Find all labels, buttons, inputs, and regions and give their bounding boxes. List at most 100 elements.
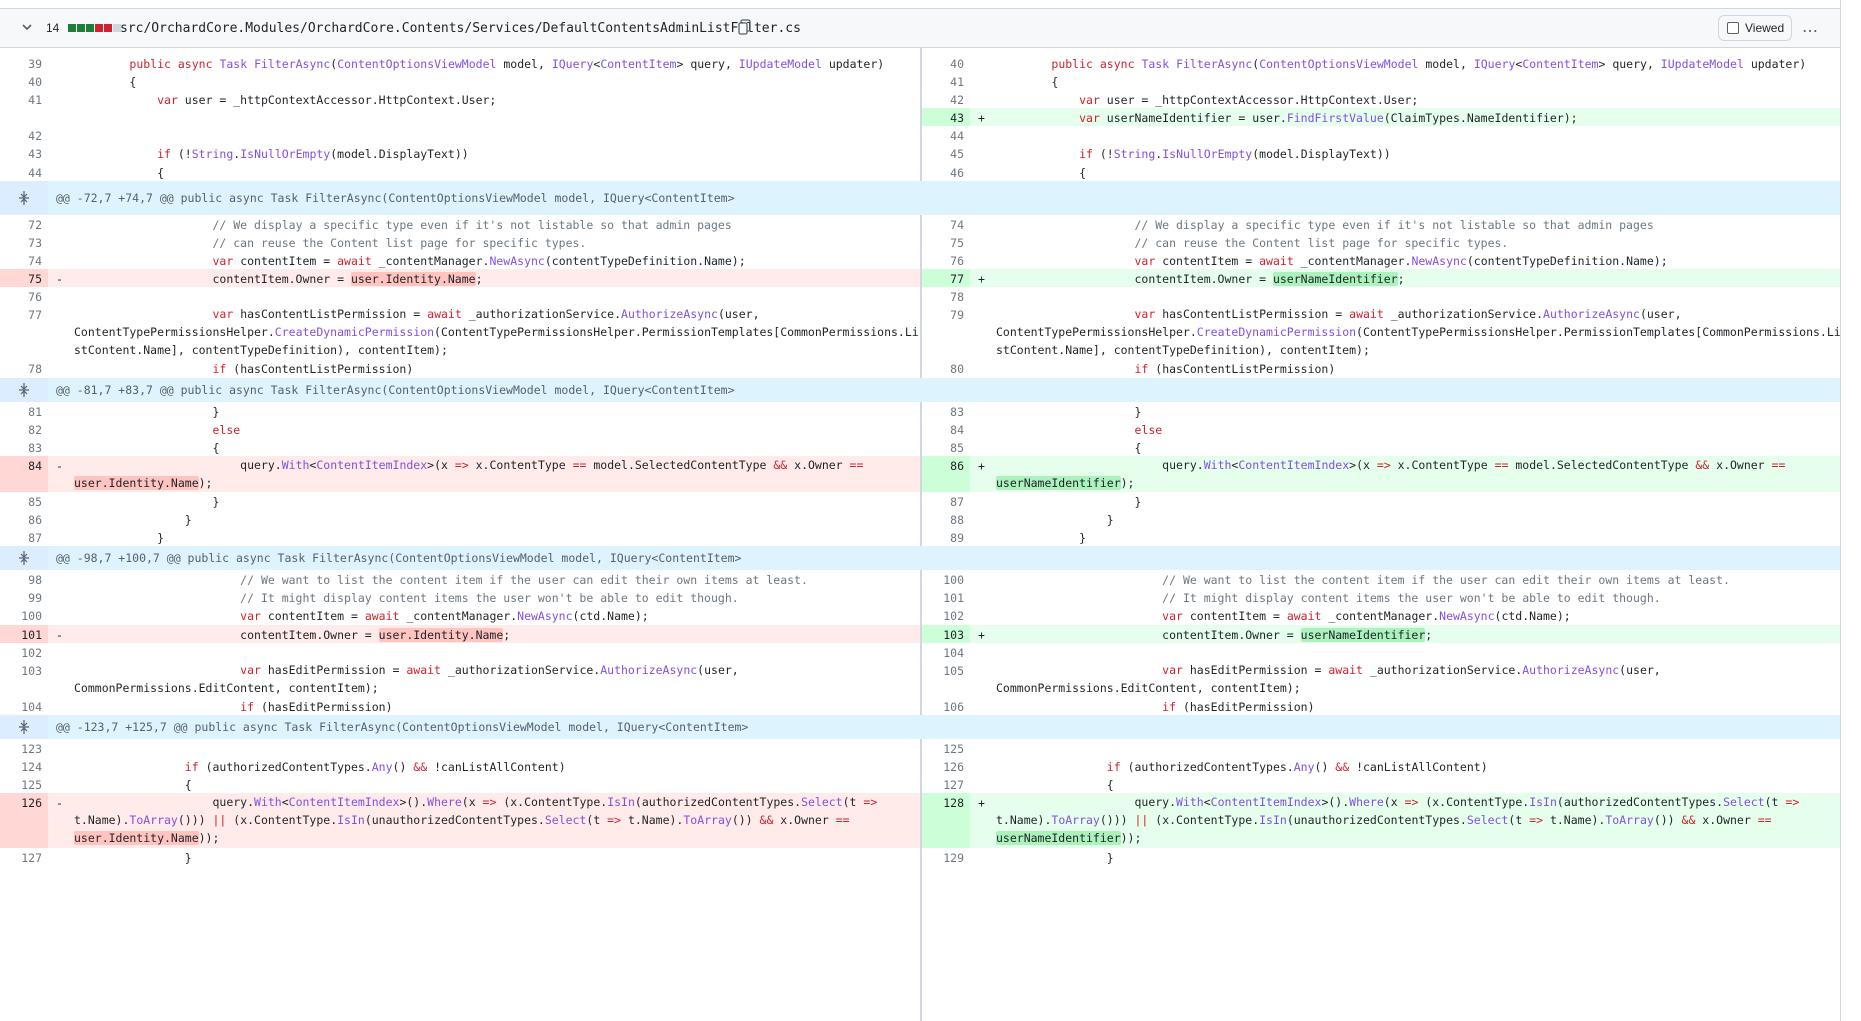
line-number[interactable]: 77 bbox=[922, 268, 970, 288]
line-number[interactable]: 39 bbox=[0, 54, 48, 72]
line-number[interactable]: 87 bbox=[922, 492, 970, 510]
line-number[interactable]: 126 bbox=[0, 793, 48, 848]
line-number[interactable]: 42 bbox=[0, 126, 48, 144]
old-side: 104 if (hasEditPermission) bbox=[0, 697, 920, 715]
line-number[interactable]: 75 bbox=[0, 268, 48, 288]
new-side: 87 } bbox=[922, 492, 1840, 510]
line-number[interactable]: 123 bbox=[0, 739, 48, 757]
copy-icon[interactable] bbox=[738, 19, 752, 35]
line-number[interactable]: 106 bbox=[922, 697, 970, 715]
old-side: 103 var hasEditPermission = await _autho… bbox=[0, 661, 920, 697]
old-side: 84- query.With<ContentItemIndex>(x => x.… bbox=[0, 455, 920, 492]
viewed-toggle[interactable]: Viewed bbox=[1718, 15, 1792, 41]
line-number[interactable]: 83 bbox=[0, 438, 48, 456]
code-line: } bbox=[74, 494, 220, 509]
diff-row: 125 {127 { bbox=[0, 775, 1840, 793]
line-number[interactable]: 129 bbox=[922, 848, 970, 866]
line-number[interactable]: 127 bbox=[922, 775, 970, 793]
old-side: 86 } bbox=[0, 510, 920, 528]
line-number[interactable]: 124 bbox=[0, 757, 48, 775]
line-number[interactable]: 101 bbox=[0, 624, 48, 643]
new-side: 83 } bbox=[922, 402, 1840, 420]
code-line: if (hasContentListPermission) bbox=[212, 362, 414, 377]
line-number[interactable] bbox=[0, 108, 48, 126]
line-number[interactable]: 40 bbox=[0, 72, 48, 90]
line-number[interactable]: 126 bbox=[922, 757, 970, 775]
line-number[interactable]: 45 bbox=[922, 144, 970, 162]
line-number[interactable]: 104 bbox=[922, 643, 970, 661]
line-number[interactable]: 40 bbox=[922, 54, 970, 72]
viewed-checkbox[interactable] bbox=[1727, 22, 1739, 34]
line-number[interactable]: 78 bbox=[922, 287, 970, 305]
line-number[interactable]: 128 bbox=[922, 793, 970, 848]
line-number[interactable]: 105 bbox=[922, 661, 970, 697]
line-number[interactable]: 77 bbox=[0, 305, 48, 359]
line-number[interactable]: 98 bbox=[0, 570, 48, 588]
line-number[interactable]: 79 bbox=[922, 305, 970, 359]
changes-count: 14 bbox=[46, 21, 60, 35]
line-number[interactable]: 43 bbox=[0, 144, 48, 162]
line-number[interactable]: 100 bbox=[0, 606, 48, 624]
new-side: 103 + contentItem.Owner = userNameIdentif… bbox=[922, 624, 1840, 643]
line-number[interactable]: 86 bbox=[0, 510, 48, 528]
diff-row: 100 var contentItem = await _contentMana… bbox=[0, 606, 1840, 624]
more-options-icon[interactable]: … bbox=[1802, 19, 1818, 35]
line-number[interactable]: 125 bbox=[922, 739, 970, 757]
line-number[interactable]: 89 bbox=[922, 528, 970, 546]
diff-row: 72 // We display a specific type even if… bbox=[0, 215, 1840, 233]
chevron-down-icon[interactable] bbox=[20, 20, 34, 34]
code-line: + contentItem.Owner = userNameIdentifier… bbox=[978, 627, 1433, 642]
line-number[interactable]: 86 bbox=[922, 455, 970, 492]
line-number[interactable]: 102 bbox=[0, 643, 48, 661]
line-number[interactable]: 88 bbox=[922, 510, 970, 528]
code-line: var hasContentListPermission = await _au… bbox=[74, 307, 919, 358]
line-number[interactable]: 127 bbox=[0, 848, 48, 866]
code-line: } bbox=[996, 404, 1142, 419]
line-number[interactable]: 87 bbox=[0, 528, 48, 546]
line-number[interactable]: 74 bbox=[0, 251, 48, 269]
line-number[interactable]: 76 bbox=[0, 287, 48, 305]
line-number[interactable]: 80 bbox=[922, 359, 970, 377]
line-number[interactable]: 84 bbox=[0, 455, 48, 492]
line-number[interactable]: 74 bbox=[922, 215, 970, 233]
line-number[interactable]: 81 bbox=[0, 402, 48, 420]
line-number[interactable]: 41 bbox=[0, 90, 48, 108]
line-number[interactable]: 85 bbox=[0, 492, 48, 510]
line-number[interactable]: 101 bbox=[922, 588, 970, 606]
code-line: // can reuse the Content list page for s… bbox=[1134, 235, 1509, 250]
line-number[interactable]: 72 bbox=[0, 215, 48, 233]
line-number[interactable]: 42 bbox=[922, 90, 970, 108]
code-line: // We display a specific type even if it… bbox=[1134, 217, 1654, 232]
line-number[interactable]: 76 bbox=[922, 251, 970, 269]
hunk-header: @@ -81,7 +83,7 @@ public async Task Filt… bbox=[0, 377, 1840, 402]
line-number[interactable]: 99 bbox=[0, 588, 48, 606]
line-number[interactable]: 41 bbox=[922, 72, 970, 90]
line-number[interactable]: 100 bbox=[922, 570, 970, 588]
file-path[interactable]: src/OrchardCore.Modules/OrchardCore.Cont… bbox=[120, 21, 801, 36]
expand-icon[interactable] bbox=[0, 546, 48, 571]
line-number[interactable]: 84 bbox=[922, 420, 970, 438]
line-number[interactable]: 43 bbox=[922, 108, 970, 127]
line-number[interactable]: 125 bbox=[0, 775, 48, 793]
line-number[interactable]: 103 bbox=[0, 661, 48, 697]
line-number[interactable]: 75 bbox=[922, 233, 970, 251]
line-number[interactable]: 85 bbox=[922, 438, 970, 456]
old-side: 127 } bbox=[0, 848, 920, 866]
line-number[interactable]: 104 bbox=[0, 697, 48, 715]
expand-icon[interactable] bbox=[0, 377, 48, 402]
new-side: 40 public async Task FilterAsync(Content… bbox=[922, 54, 1840, 72]
line-number[interactable]: 44 bbox=[922, 126, 970, 144]
line-number[interactable]: 73 bbox=[0, 233, 48, 251]
line-number[interactable]: 83 bbox=[922, 402, 970, 420]
line-number[interactable]: 78 bbox=[0, 359, 48, 377]
diff-row: 39 public async Task FilterAsync(Content… bbox=[0, 54, 1840, 72]
expand-icon[interactable] bbox=[0, 715, 48, 740]
line-number[interactable]: 102 bbox=[922, 606, 970, 624]
line-number[interactable]: 103 bbox=[922, 624, 970, 643]
line-number[interactable]: 46 bbox=[922, 163, 970, 181]
line-number[interactable]: 44 bbox=[0, 163, 48, 181]
old-side: 42 bbox=[0, 126, 920, 144]
diff-row: 85 } 87 } bbox=[0, 492, 1840, 510]
line-number[interactable]: 82 bbox=[0, 420, 48, 438]
expand-icon[interactable] bbox=[0, 180, 48, 215]
